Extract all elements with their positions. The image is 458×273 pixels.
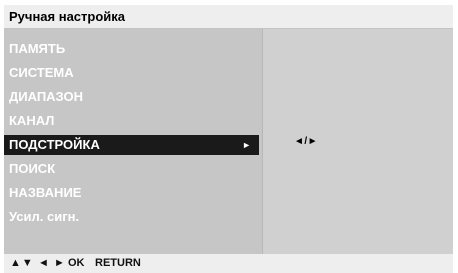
menu-item-label: ДИАПАЗОН [9, 89, 84, 104]
menu-item-label: ПАМЯТЬ [9, 41, 66, 56]
value-panel: ◄/► [262, 29, 453, 254]
menu-item-band[interactable]: ДИАПАЗОН [4, 87, 259, 107]
ok-hint: OK [68, 257, 85, 269]
menu-item-label: Усил. сигн. [9, 209, 80, 224]
menu-item-signal-boost[interactable]: Усил. сигн. [4, 207, 259, 227]
left-right-arrows-icon: ◄ ► [38, 257, 66, 269]
menu-item-label: ПОДСТРОЙКА [9, 137, 100, 152]
right-arrow-icon: ► [242, 140, 251, 150]
menu-panel: ПАМЯТЬ СИСТЕМА ДИАПАЗОН КАНАЛ ПОДСТРОЙКА… [4, 29, 262, 254]
menu-item-label: СИСТЕМА [9, 65, 74, 80]
title-bar: Ручная настройка [4, 5, 453, 29]
left-right-adjust-icon[interactable]: ◄/► [294, 136, 318, 147]
manual-tuning-screen: Ручная настройка ПАМЯТЬ СИСТЕМА ДИАПАЗОН… [0, 0, 458, 273]
menu-item-label: НАЗВАНИЕ [9, 185, 82, 200]
footer-hints: ▲▼ ◄ ► OK RETURN [4, 254, 453, 273]
menu-item-label: ПОИСК [9, 161, 56, 176]
menu-item-channel[interactable]: КАНАЛ [4, 111, 259, 131]
menu-item-fine-tuning[interactable]: ПОДСТРОЙКА ► [4, 135, 259, 155]
menu-item-name[interactable]: НАЗВАНИЕ [4, 183, 259, 203]
return-hint: RETURN [95, 257, 141, 269]
menu-item-memory[interactable]: ПАМЯТЬ [4, 39, 259, 59]
menu-item-search[interactable]: ПОИСК [4, 159, 259, 179]
menu-item-label: КАНАЛ [9, 113, 55, 128]
screen-title: Ручная настройка [9, 9, 126, 24]
menu-item-system[interactable]: СИСТЕМА [4, 63, 259, 83]
up-down-arrows-icon: ▲▼ [10, 257, 34, 269]
